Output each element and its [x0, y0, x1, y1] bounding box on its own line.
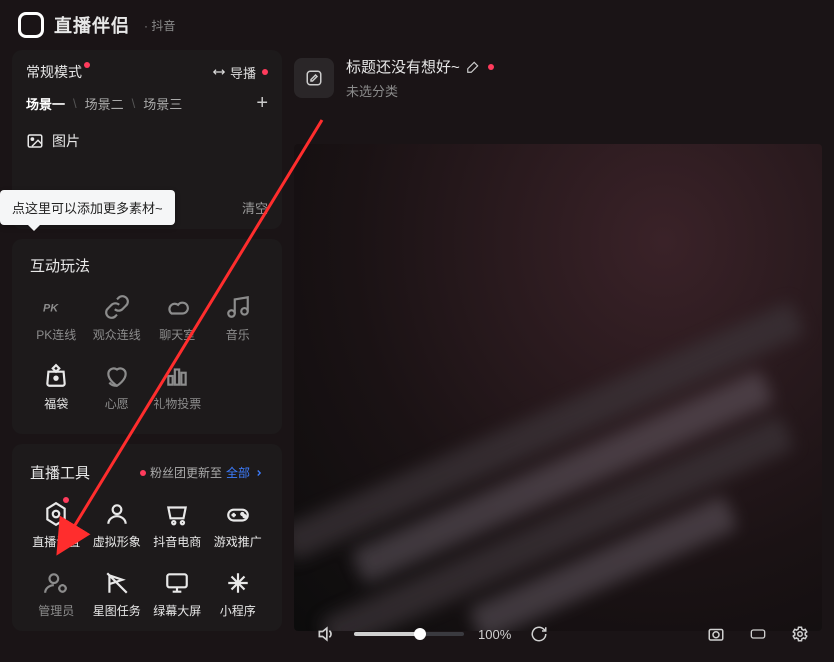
svg-text:PK: PK: [43, 302, 59, 314]
livetool-miniprogram[interactable]: 小程序: [208, 564, 269, 629]
livetool-greenscreen[interactable]: 绿幕大屏: [147, 564, 208, 629]
swap-icon: [212, 65, 226, 79]
interaction-wish[interactable]: 心愿: [87, 357, 148, 422]
stream-category[interactable]: 未选分类: [346, 81, 494, 100]
source-item-image[interactable]: 图片: [26, 127, 268, 159]
settings-button[interactable]: [786, 622, 814, 646]
orientation-button[interactable]: [744, 622, 772, 646]
hex-gear-icon: [43, 501, 69, 527]
admin-icon: [43, 570, 69, 596]
interaction-title: 互动玩法: [26, 251, 268, 288]
left-sidebar: 常规模式 导播 场景一 \ 场景二 \ 场景三 + 图片: [12, 50, 282, 631]
edit-cover-button[interactable]: [294, 58, 334, 98]
refresh-button[interactable]: [525, 622, 553, 646]
scene-tabs: 场景一 \ 场景二 \ 场景三 +: [26, 92, 268, 115]
preview-area: 标题还没有想好~ 未选分类: [294, 50, 822, 631]
livetool-settings[interactable]: 直播设置: [26, 495, 87, 560]
interaction-luckybag[interactable]: 福袋: [26, 357, 87, 422]
app-logo-icon: [18, 12, 44, 38]
preview-window[interactable]: [294, 144, 822, 631]
add-scene-button[interactable]: +: [256, 92, 268, 115]
clear-sources-button[interactable]: 清空: [242, 198, 268, 217]
livetool-admin[interactable]: 管理员: [26, 564, 87, 629]
image-icon: [26, 132, 44, 150]
interaction-music[interactable]: 音乐: [208, 288, 269, 353]
interaction-panel: 互动玩法 PK PK连线 观众连线 聊天室 音乐: [12, 239, 282, 434]
chat-cloud-icon: [164, 294, 190, 320]
volume-button[interactable]: [312, 622, 340, 646]
livetool-ecommerce[interactable]: 抖音电商: [147, 495, 208, 560]
link-icon: [104, 294, 130, 320]
music-icon: [225, 294, 251, 320]
gamepad-icon: [225, 501, 251, 527]
livetool-gamepromo[interactable]: 游戏推广: [208, 495, 269, 560]
interaction-chatroom[interactable]: 聊天室: [147, 288, 208, 353]
mode-selector[interactable]: 常规模式: [26, 62, 90, 82]
preview-bottom-bar: 100%: [300, 614, 826, 654]
add-source-tooltip: 点这里可以添加更多素材~: [0, 190, 175, 225]
scene-tab-1[interactable]: 场景一: [26, 94, 65, 113]
interaction-audience[interactable]: 观众连线: [87, 288, 148, 353]
gear-icon: [791, 625, 809, 643]
app-subtitle: · 抖音: [144, 17, 175, 34]
sparkle-icon: [225, 570, 251, 596]
app-header: 直播伴侣 · 抖音: [0, 0, 834, 50]
pencil-box-icon: [305, 69, 323, 87]
avatar-icon: [104, 501, 130, 527]
snapshot-button[interactable]: [702, 622, 730, 646]
livetool-startask[interactable]: 星图任务: [87, 564, 148, 629]
pencil-icon: [466, 60, 480, 74]
vote-icon: [164, 363, 190, 389]
scene-tab-2[interactable]: 场景二: [85, 94, 124, 113]
flag-slash-icon: [104, 570, 130, 596]
pk-icon: PK: [43, 294, 69, 320]
bag-icon: [43, 363, 69, 389]
interaction-giftvote[interactable]: 礼物投票: [147, 357, 208, 422]
app-title: 直播伴侣: [54, 12, 130, 38]
scene-tab-3[interactable]: 场景三: [143, 94, 182, 113]
interaction-pk[interactable]: PK PK连线: [26, 288, 87, 353]
cart-icon: [164, 501, 190, 527]
monitor-icon: [164, 570, 190, 596]
camera-icon: [706, 625, 726, 643]
livetools-panel: 直播工具 粉丝团更新至 全部 直播设置 虚拟形象: [12, 444, 282, 631]
chevron-right-icon: [254, 468, 264, 478]
volume-value: 100%: [478, 627, 511, 642]
wish-icon: [104, 363, 130, 389]
livetools-title: 直播工具: [30, 462, 90, 483]
livetool-avatar[interactable]: 虚拟形象: [87, 495, 148, 560]
fan-update-link[interactable]: 粉丝团更新至 全部: [138, 464, 264, 481]
refresh-icon: [530, 625, 548, 643]
speaker-icon: [316, 624, 336, 644]
stream-title[interactable]: 标题还没有想好~: [346, 56, 494, 77]
switch-director-button[interactable]: 导播: [212, 63, 268, 82]
landscape-icon: [747, 626, 769, 642]
volume-slider[interactable]: [354, 632, 464, 636]
